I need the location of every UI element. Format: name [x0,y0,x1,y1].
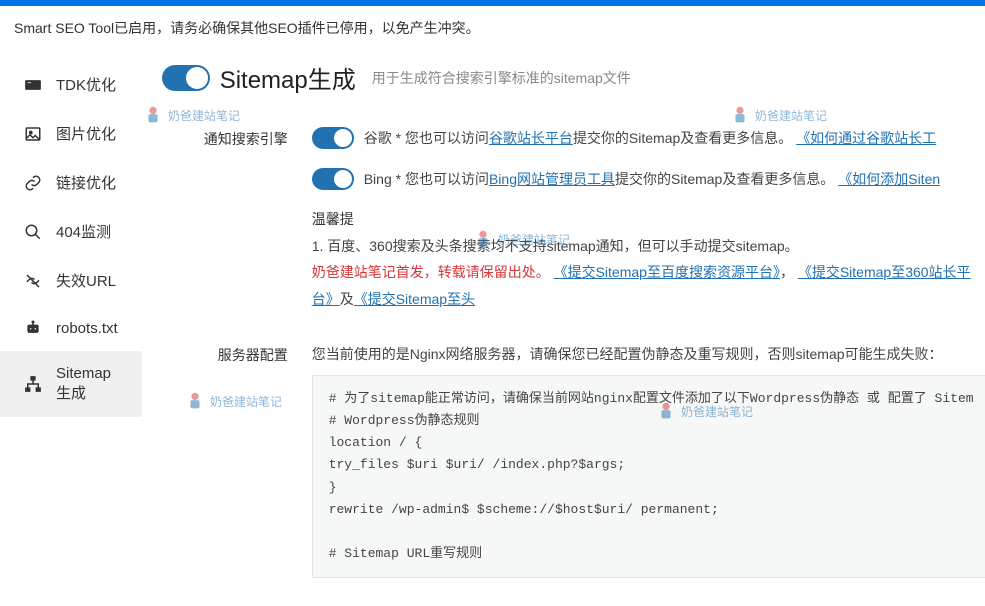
tips-title: 温馨提 [312,206,985,233]
page-subtitle: 用于生成符合搜索引擎标准的sitemap文件 [372,68,631,88]
bing-text: Bing * 您也可以访问Bing网站管理员工具提交你的Sitemap及查看更多… [364,166,940,193]
sidebar-item-label: 链接优化 [56,172,116,193]
sidebar-item-label: Sitemap生成 [56,365,118,403]
nginx-config-code: # 为了sitemap能正常访问，请确保当前网站nginx配置文件添加了以下Wo… [312,375,985,578]
sitemap-master-toggle[interactable] [162,65,210,91]
robot-icon [24,319,42,337]
link-icon [24,174,42,192]
sidebar-item-label: robots.txt [56,320,118,337]
search-icon [24,223,42,241]
sidebar-item-label: TDK优化 [56,74,116,95]
google-platform-link[interactable]: 谷歌站长平台 [489,130,573,146]
google-suffix: 提交你的Sitemap及查看更多信息。 [573,130,792,146]
notify-section-label: 通知搜索引擎 [162,125,312,149]
tip2-comma: ， [780,264,794,280]
sidebar-item-tdk[interactable]: TDK优化 [0,60,142,109]
google-text: 谷歌 * 您也可以访问谷歌站长平台提交你的Sitemap及查看更多信息。 《如何… [364,125,936,152]
google-toggle[interactable] [312,127,354,149]
bing-suffix: 提交你的Sitemap及查看更多信息。 [615,171,834,187]
sitemap-icon [24,375,42,393]
sidebar-item-robots[interactable]: robots.txt [0,305,142,351]
tip-2-red: 奶爸建站笔记首发，转载请保留出处。 [312,264,550,280]
sidebar-item-image[interactable]: 图片优化 [0,109,142,158]
card-icon [24,76,42,94]
page-title: Sitemap生成 [220,60,356,95]
bing-tools-link[interactable]: Bing网站管理员工具 [489,171,615,187]
tip-1: 1. 百度、360搜索及头条搜索均不支持sitemap通知，但可以手动提交sit… [312,233,985,260]
main-content: Sitemap生成 用于生成符合搜索引擎标准的sitemap文件 通知搜索引擎 … [142,50,985,606]
bing-guide-link[interactable]: 《如何添加Siten [838,171,940,187]
broken-link-icon [24,272,42,290]
submit-baidu-link[interactable]: 《提交Sitemap至百度搜索资源平台》 [554,264,780,280]
google-prefix: 谷歌 * 您也可以访问 [364,130,489,146]
bing-prefix: Bing * 您也可以访问 [364,171,489,187]
sidebar-item-link[interactable]: 链接优化 [0,158,142,207]
tip2-and: 及 [340,291,354,307]
sidebar: TDK优化 图片优化 链接优化 404监测 失效URL robots.txt [0,50,142,606]
sidebar-item-label: 图片优化 [56,123,116,144]
sidebar-item-broken-url[interactable]: 失效URL [0,256,142,305]
notice-banner: Smart SEO Tool已启用，请务必确保其他SEO插件已停用，以免产生冲突… [0,6,985,50]
server-section-label: 服务器配置 [162,341,312,365]
submit-toutiao-link[interactable]: 《提交Sitemap至头 [354,291,475,307]
server-desc: 您当前使用的是Nginx网络服务器，请确保您已经配置伪静态及重写规则，否则sit… [312,341,985,368]
sidebar-item-404[interactable]: 404监测 [0,207,142,256]
sidebar-item-sitemap[interactable]: Sitemap生成 [0,351,142,417]
image-icon [24,125,42,143]
tip-2: 奶爸建站笔记首发，转载请保留出处。 《提交Sitemap至百度搜索资源平台》， … [312,259,985,312]
bing-toggle[interactable] [312,168,354,190]
sidebar-item-label: 失效URL [56,270,116,291]
google-guide-link[interactable]: 《如何通过谷歌站长工 [796,130,936,146]
sidebar-item-label: 404监测 [56,221,111,242]
